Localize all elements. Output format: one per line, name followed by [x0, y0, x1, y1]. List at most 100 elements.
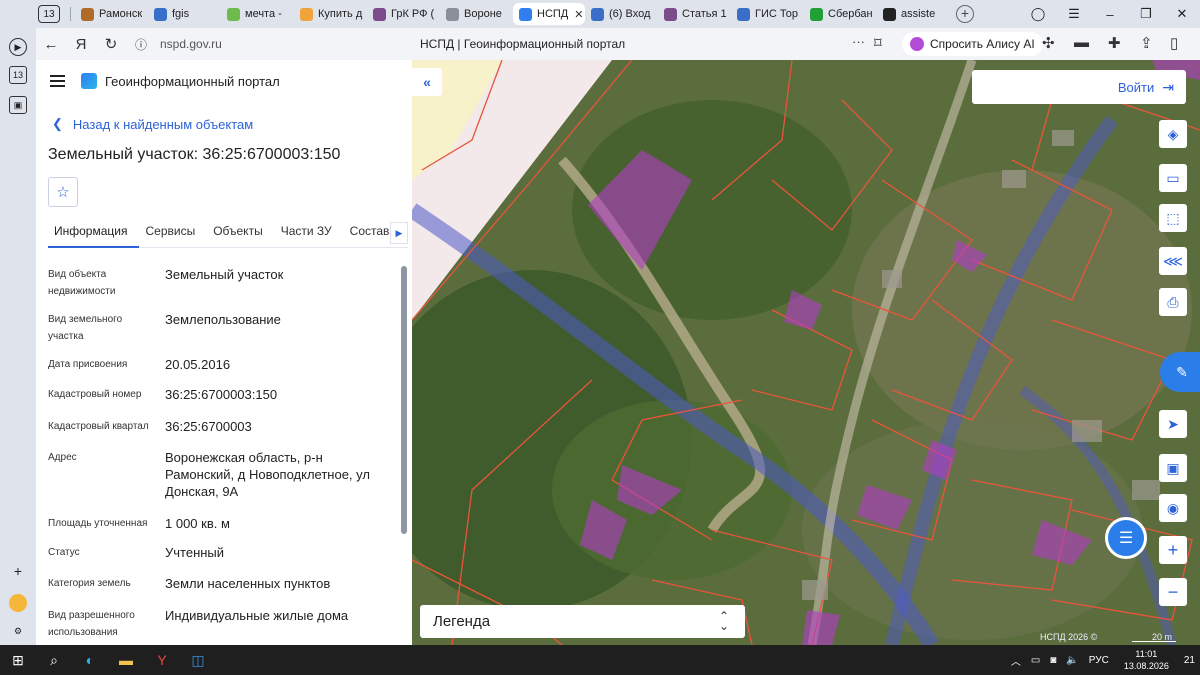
url-field[interactable]: nspd.gov.ru — [160, 37, 222, 51]
clock-time: 11:01 — [1135, 649, 1158, 659]
browser-tab-label: НСПД — [537, 8, 569, 20]
tab-favicon-icon — [81, 7, 94, 21]
clock[interactable]: 11:01 13.08.2026 — [1124, 648, 1169, 672]
select-area-icon[interactable]: ⬚ — [1159, 204, 1187, 232]
screenshot-icon[interactable]: ▣ — [9, 96, 27, 114]
play-icon[interactable]: ▶ — [9, 38, 27, 56]
puzzle-icon[interactable]: ✚ — [1108, 34, 1121, 52]
login-label: Войти — [1117, 79, 1155, 95]
outlook-icon[interactable]: ◫ — [180, 645, 216, 675]
new-tab-button[interactable]: + — [956, 5, 974, 23]
tab-favicon-icon — [591, 7, 604, 21]
network-icon[interactable]: ▭ — [1031, 655, 1040, 666]
browser-tab[interactable]: Рамонск — [75, 3, 148, 25]
minimap-icon[interactable]: ▣ — [1159, 454, 1187, 482]
more-icon[interactable]: ··· — [852, 34, 865, 49]
sidebar-toggle-icon[interactable]: ▯ — [1170, 34, 1178, 52]
browser-tab[interactable]: Сбербан — [804, 3, 877, 25]
alice-icon — [910, 37, 924, 51]
tab-favicon-icon — [664, 7, 677, 21]
bookmark-icon[interactable]: ⌑ — [874, 34, 882, 52]
panel-tabs: Информация Сервисы Объекты Части ЗУ Сост… — [48, 218, 408, 248]
browser-tab[interactable]: ГИС Тор — [731, 3, 804, 25]
property-key: Вид объекта недвижимости — [48, 269, 116, 297]
edge-icon[interactable]: ◐ — [72, 645, 108, 675]
layers-icon[interactable]: ◈ — [1159, 120, 1187, 148]
reload-icon[interactable]: ↻ — [96, 35, 126, 53]
browser-tab[interactable]: Вороне — [440, 3, 513, 25]
volume-icon[interactable]: 🔈 — [1066, 655, 1078, 666]
share-icon[interactable]: ⇪ — [1140, 34, 1153, 52]
settings-icon[interactable]: ⚙ — [9, 622, 27, 640]
extension-icon[interactable]: ✣ — [1042, 34, 1055, 52]
back-to-results-link[interactable]: ❮ Назад к найденным объектам — [52, 116, 253, 132]
chevron-up-icon[interactable]: ︿ — [1011, 653, 1021, 668]
close-window-icon[interactable]: ✕ — [1164, 6, 1200, 22]
satellite-map — [412, 60, 1200, 645]
tab-count-badge[interactable]: 13 — [38, 5, 60, 23]
hamburger-menu-icon[interactable] — [50, 75, 65, 87]
tab-parts[interactable]: Части ЗУ — [275, 218, 344, 248]
close-tab-icon[interactable]: ✕ — [574, 8, 583, 21]
property-value: Воронежская область, р-н Рамонский, д Но… — [165, 450, 370, 499]
browser-tab[interactable]: НСПД ✕ — [513, 3, 585, 25]
yandex-icon[interactable]: Я — [66, 36, 96, 53]
panel-scrollbar[interactable] — [401, 260, 407, 638]
tab-services[interactable]: Сервисы — [139, 218, 207, 248]
property-key: Площадь уточненная — [48, 518, 148, 529]
browser-tab[interactable]: мечта - — [221, 3, 294, 25]
tab-information[interactable]: Информация — [48, 218, 140, 248]
scrollbar-thumb[interactable] — [401, 266, 407, 534]
property-value: 1 000 кв. м — [165, 516, 230, 531]
map-view[interactable]: « Войти ⇥ ◈ ▭ ⬚ ⋘ ⎙ ✎ ➤ ▣ ◉ + − ☰ Легенд… — [412, 60, 1200, 645]
menu-icon[interactable]: ☰ — [1056, 6, 1092, 22]
browser-tab[interactable]: assiste — [877, 3, 950, 25]
search-icon[interactable]: ⌕ — [36, 645, 72, 675]
notification-badge[interactable]: 21 — [1184, 655, 1195, 666]
browser-tab[interactable]: fgis — [148, 3, 221, 25]
zoom-in-icon[interactable]: + — [1159, 536, 1187, 564]
system-tray: ︿ ▭ ◙ 🔈 РУС 11:01 13.08.2026 21 — [1006, 645, 1200, 675]
login-button[interactable]: Войти ⇥ — [972, 70, 1186, 104]
tab-favicon-icon — [154, 7, 167, 21]
scale-bar: 20 m — [1132, 632, 1176, 642]
browser-tab[interactable]: ГрК РФ ( — [367, 3, 440, 25]
geolocation-icon[interactable]: ◉ — [1159, 494, 1187, 522]
browser-tab[interactable]: Купить д — [294, 3, 367, 25]
language-indicator[interactable]: РУС — [1089, 655, 1109, 666]
browser-tab-label: Купить д — [318, 8, 363, 20]
legend-dropdown[interactable]: Легенда ⌃ ⌄ — [420, 605, 745, 638]
tab-favicon-icon — [373, 7, 386, 21]
share-link-icon[interactable]: ⋘ — [1159, 247, 1187, 275]
navigate-icon[interactable]: ➤ — [1159, 410, 1187, 438]
mail-icon[interactable] — [9, 594, 27, 612]
assistant-icon[interactable]: ✎ — [1160, 352, 1200, 392]
profile-icon[interactable]: ◯ — [1020, 6, 1056, 22]
favorite-star-button[interactable]: ☆ — [48, 177, 78, 207]
yandex-browser-icon[interactable]: Y — [144, 645, 180, 675]
add-panel-icon[interactable]: + — [9, 562, 27, 580]
chat-icon[interactable]: ☰ — [1105, 517, 1147, 559]
camera-icon[interactable]: ◙ — [1050, 655, 1056, 666]
tabs-next-icon[interactable]: ▶ — [390, 222, 408, 244]
tab-favicon-icon — [810, 7, 823, 21]
file-explorer-icon[interactable]: ▬ — [108, 645, 144, 675]
restore-icon[interactable]: ❐ — [1128, 6, 1164, 22]
browser-sidebar: ▶ 13 ▣ + ⚙ — [0, 28, 36, 645]
zoom-out-icon[interactable]: − — [1159, 578, 1187, 606]
browser-tab[interactable]: Статья 1 — [658, 3, 731, 25]
property-key: Вид разрешенного использования — [48, 610, 135, 638]
ruler-icon[interactable]: ▭ — [1159, 164, 1187, 192]
print-icon[interactable]: ⎙ — [1159, 288, 1187, 316]
property-key: Кадастровый номер — [48, 389, 142, 400]
browser-tab[interactable]: (6) Вход — [585, 3, 658, 25]
downloads-icon[interactable]: ▬ — [1074, 34, 1089, 51]
site-info-icon[interactable]: ⓘ — [126, 36, 156, 53]
tabs-count-icon[interactable]: 13 — [9, 66, 27, 84]
collapse-panel-button[interactable]: « — [412, 68, 442, 96]
tab-objects[interactable]: Объекты — [207, 218, 275, 248]
back-arrow-icon[interactable]: ← — [36, 36, 66, 53]
minimize-icon[interactable]: – — [1092, 7, 1128, 22]
windows-start-icon[interactable]: ⊞ — [0, 645, 36, 675]
ask-alice-button[interactable]: Спросить Алису AI — [902, 32, 1043, 56]
